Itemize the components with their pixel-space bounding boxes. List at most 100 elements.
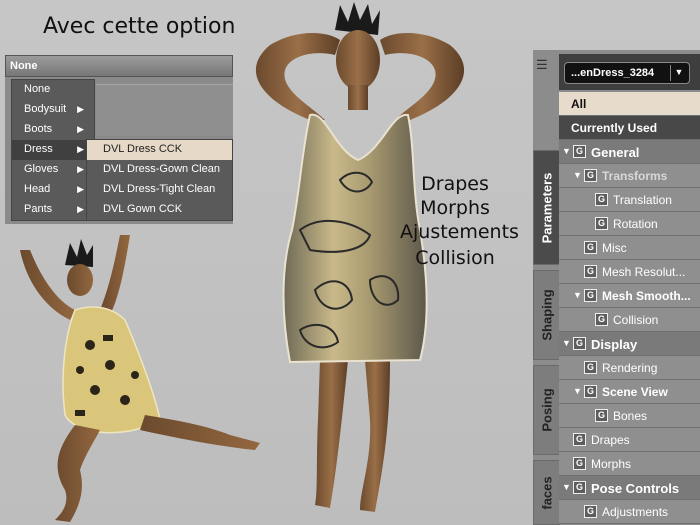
group-icon: G <box>584 361 597 374</box>
node-dropdown-value: ...enDress_3284 <box>571 67 655 79</box>
figure-dancing <box>20 235 260 522</box>
tab-faces-label: faces <box>539 475 554 510</box>
tree-row[interactable]: ▼ G General <box>559 140 700 164</box>
group-icon: G <box>595 217 608 230</box>
menu-item[interactable]: Bodysuit ▶ <box>12 100 94 120</box>
tree-row-label: Mesh Smooth... <box>602 289 691 303</box>
expand-icon[interactable]: ▼ <box>573 290 582 300</box>
fit-to-selector[interactable]: None <box>5 55 233 77</box>
tree-row-label: Misc <box>602 241 627 255</box>
fit-to-menu: None Bodysuit ▶ Boots ▶ Dress ▶ Gloves ▶ Head ▶ Pan… <box>11 79 95 221</box>
tab-parameters[interactable]: Parameters <box>533 150 560 265</box>
expand-icon[interactable]: ▼ <box>573 170 582 180</box>
tree-row-label: Rotation <box>613 217 658 231</box>
menu-item-label: Boots <box>24 123 53 135</box>
tab-faces[interactable]: faces <box>533 460 560 525</box>
note-drapes: Drapes <box>421 173 489 195</box>
parameter-tree: All Currently Used ▼ G General ▼ G Transforms… <box>559 92 700 524</box>
chevron-right-icon: ▶ <box>77 184 84 194</box>
tree-row[interactable]: G Rotation <box>559 212 700 236</box>
group-icon: G <box>595 409 608 422</box>
group-icon: G <box>573 433 586 446</box>
expand-icon[interactable]: ▼ <box>562 338 571 348</box>
node-dropdown[interactable]: ...enDress_3284 ▼ <box>564 62 690 84</box>
group-icon: G <box>584 385 597 398</box>
menu-item-label: Bodysuit <box>24 103 67 115</box>
note-collision: Collision <box>415 247 495 269</box>
menu-item[interactable]: Gloves ▶ <box>12 160 94 180</box>
chevron-down-icon[interactable]: ▼ <box>670 65 687 81</box>
tree-row[interactable]: G Rendering <box>559 356 700 380</box>
expand-icon[interactable]: ▼ <box>573 386 582 396</box>
tree-row[interactable]: G Collision <box>559 308 700 332</box>
tab-posing-label: Posing <box>539 388 554 432</box>
tree-row[interactable]: ▼ G Scene View <box>559 380 700 404</box>
group-icon: G <box>584 169 597 182</box>
group-icon: G <box>584 505 597 518</box>
tree-row[interactable]: G Morphs <box>559 452 700 476</box>
tree-row[interactable]: G Adjustments <box>559 500 700 524</box>
chevron-right-icon: ▶ <box>77 104 84 114</box>
dress-submenu: DVL Dress CCK DVL Dress-Gown Clean DVL Dre… <box>86 139 233 221</box>
tree-row[interactable]: ▼ G Display <box>559 332 700 356</box>
tree-row-label: Adjustments <box>602 505 669 519</box>
tree-row-label: Rendering <box>602 361 658 375</box>
tree-row-label: Drapes <box>591 433 630 447</box>
tree-row[interactable]: G Misc <box>559 236 700 260</box>
group-icon: G <box>573 457 586 470</box>
tree-row[interactable]: ▼ G Transforms <box>559 164 700 188</box>
group-icon: G <box>595 193 608 206</box>
filter-all[interactable]: All <box>559 92 700 116</box>
chevron-right-icon: ▶ <box>77 164 84 174</box>
menu-item-label: Gloves <box>24 163 59 175</box>
group-icon: G <box>573 481 586 494</box>
panel-menu-icon[interactable]: ☰ <box>536 57 554 73</box>
tree-row-label: Bones <box>613 409 648 423</box>
submenu-item[interactable]: DVL Gown CCK <box>87 200 232 220</box>
tree-row[interactable]: G Drapes <box>559 428 700 452</box>
group-icon: G <box>584 265 597 278</box>
submenu-item[interactable]: DVL Dress-Gown Clean <box>87 160 232 180</box>
tree-row-label: Collision <box>613 313 659 327</box>
tree-row-label: Transforms <box>602 169 668 183</box>
filter-currently-used[interactable]: Currently Used <box>559 116 700 140</box>
tree-row-label: Pose Controls <box>591 481 680 496</box>
tree-row[interactable]: G Mesh Resolut... <box>559 260 700 284</box>
tree-row-label: General <box>591 145 640 160</box>
tab-shaping[interactable]: Shaping <box>533 270 560 360</box>
tree-row[interactable]: G Bones <box>559 404 700 428</box>
menu-ghost-area <box>96 84 233 136</box>
expand-icon[interactable]: ▼ <box>562 482 571 492</box>
tab-shaping-label: Shaping <box>539 289 554 341</box>
expand-icon[interactable]: ▼ <box>562 146 571 156</box>
submenu-item[interactable]: DVL Dress-Tight Clean <box>87 180 232 200</box>
note-morphs: Morphs <box>420 197 490 219</box>
menu-item[interactable]: Dress ▶ <box>12 140 94 160</box>
menu-item-label: Pants <box>24 203 53 215</box>
filter-currently-used-label: Currently Used <box>571 121 658 135</box>
tree-row[interactable]: ▼ G Mesh Smooth... <box>559 284 700 308</box>
tree-row[interactable]: ▼ G Pose Controls <box>559 476 700 500</box>
menu-item-label: Head <box>24 183 51 195</box>
caption-text: Avec cette option <box>43 14 236 39</box>
tree-row-label: Mesh Resolut... <box>602 265 686 279</box>
submenu-item[interactable]: DVL Dress CCK <box>87 140 232 160</box>
group-icon: G <box>595 313 608 326</box>
menu-item-label: None <box>24 83 51 95</box>
group-icon: G <box>573 145 586 158</box>
menu-item[interactable]: Head ▶ <box>12 180 94 200</box>
menu-item[interactable]: Boots ▶ <box>12 120 94 140</box>
tree-row-label: Scene View <box>602 385 668 399</box>
group-icon: G <box>584 289 597 302</box>
chevron-right-icon: ▶ <box>77 144 84 154</box>
tree-row-label: Morphs <box>591 457 632 471</box>
tree-row-label: Translation <box>613 193 672 207</box>
menu-item-label: Dress <box>24 143 53 155</box>
menu-item[interactable]: Pants ▶ <box>12 200 94 220</box>
tree-row-label: Display <box>591 337 638 352</box>
tab-posing[interactable]: Posing <box>533 365 560 455</box>
tree-row[interactable]: G Translation <box>559 188 700 212</box>
menu-item[interactable]: None <box>12 80 94 100</box>
group-icon: G <box>584 241 597 254</box>
group-icon: G <box>573 337 586 350</box>
